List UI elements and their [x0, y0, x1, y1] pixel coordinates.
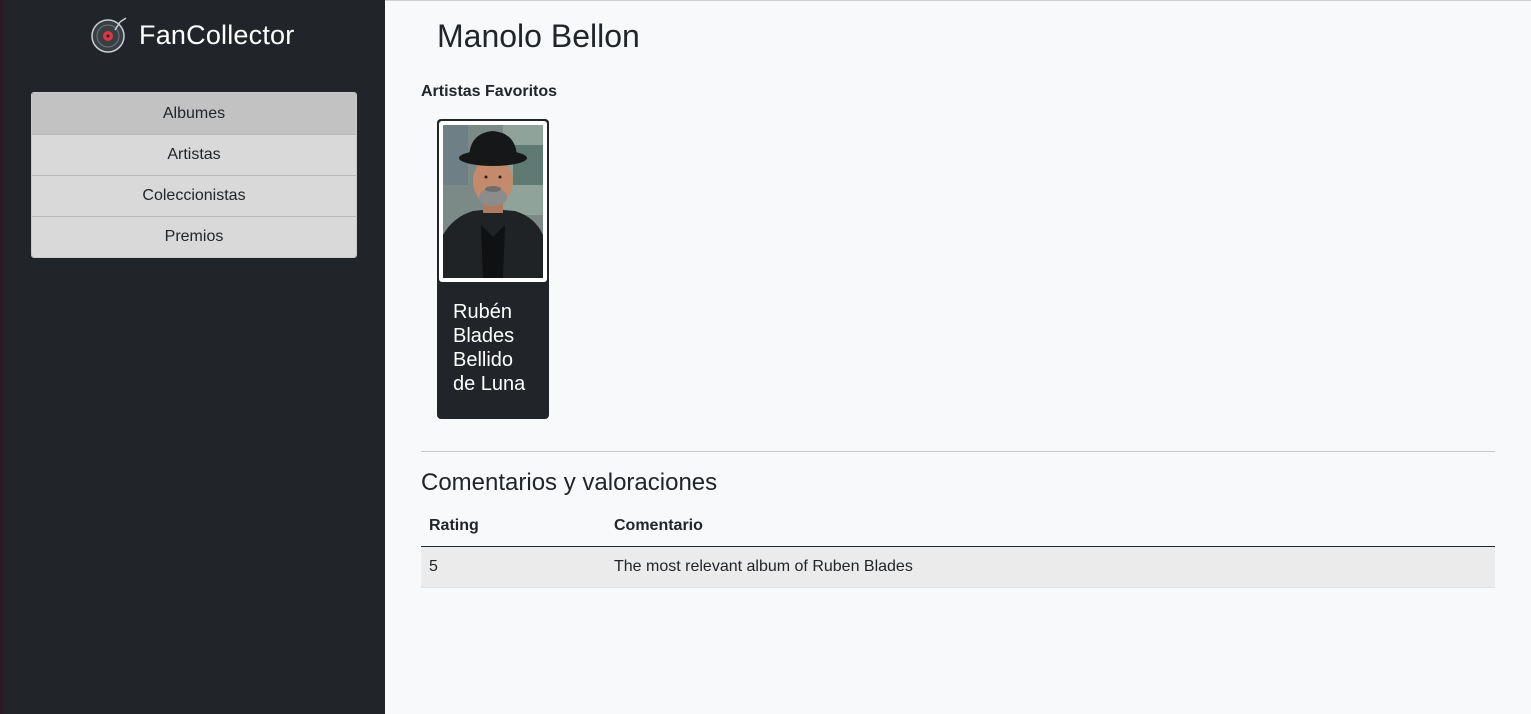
favorites-heading: Artistas Favoritos: [421, 83, 558, 100]
vinyl-record-icon: [91, 17, 127, 53]
section-divider: [421, 451, 1495, 452]
cell-comment: The most relevant album of Ruben Blades: [606, 546, 1495, 588]
table-row: 5 The most relevant album of Ruben Blade…: [421, 546, 1495, 588]
sidebar: FanCollector Albumes Artistas Coleccioni…: [0, 0, 385, 714]
brand[interactable]: FanCollector: [91, 16, 294, 54]
sidebar-item-coleccionistas[interactable]: Coleccionistas: [32, 175, 356, 216]
brand-title: FanCollector: [139, 19, 295, 50]
app-root: FanCollector Albumes Artistas Coleccioni…: [0, 0, 1531, 714]
sidebar-nav: Albumes Artistas Coleccionistas Premios: [31, 92, 357, 258]
page-title: Manolo Bellon: [437, 18, 640, 54]
comments-heading: Comentarios y valoraciones: [421, 469, 718, 496]
artist-name: Rubén Blades Bellido de Luna: [453, 301, 526, 395]
sidebar-item-albumes[interactable]: Albumes: [32, 93, 356, 134]
artist-card[interactable]: Rubén Blades Bellido de Luna: [437, 119, 549, 419]
column-header-comment: Comentario: [606, 506, 1495, 547]
sidebar-item-artistas[interactable]: Artistas: [32, 134, 356, 175]
comments-table: Rating Comentario 5 The most relevant al…: [421, 506, 1495, 588]
sidebar-item-premios[interactable]: Premios: [32, 216, 356, 257]
column-header-rating: Rating: [421, 506, 606, 547]
cell-rating: 5: [421, 546, 606, 588]
artist-photo: [443, 125, 543, 278]
table-header-row: Rating Comentario: [421, 506, 1495, 547]
artist-photo-frame: [439, 121, 547, 282]
main-content: Manolo Bellon Artistas Favoritos Rubén B…: [385, 0, 1531, 714]
